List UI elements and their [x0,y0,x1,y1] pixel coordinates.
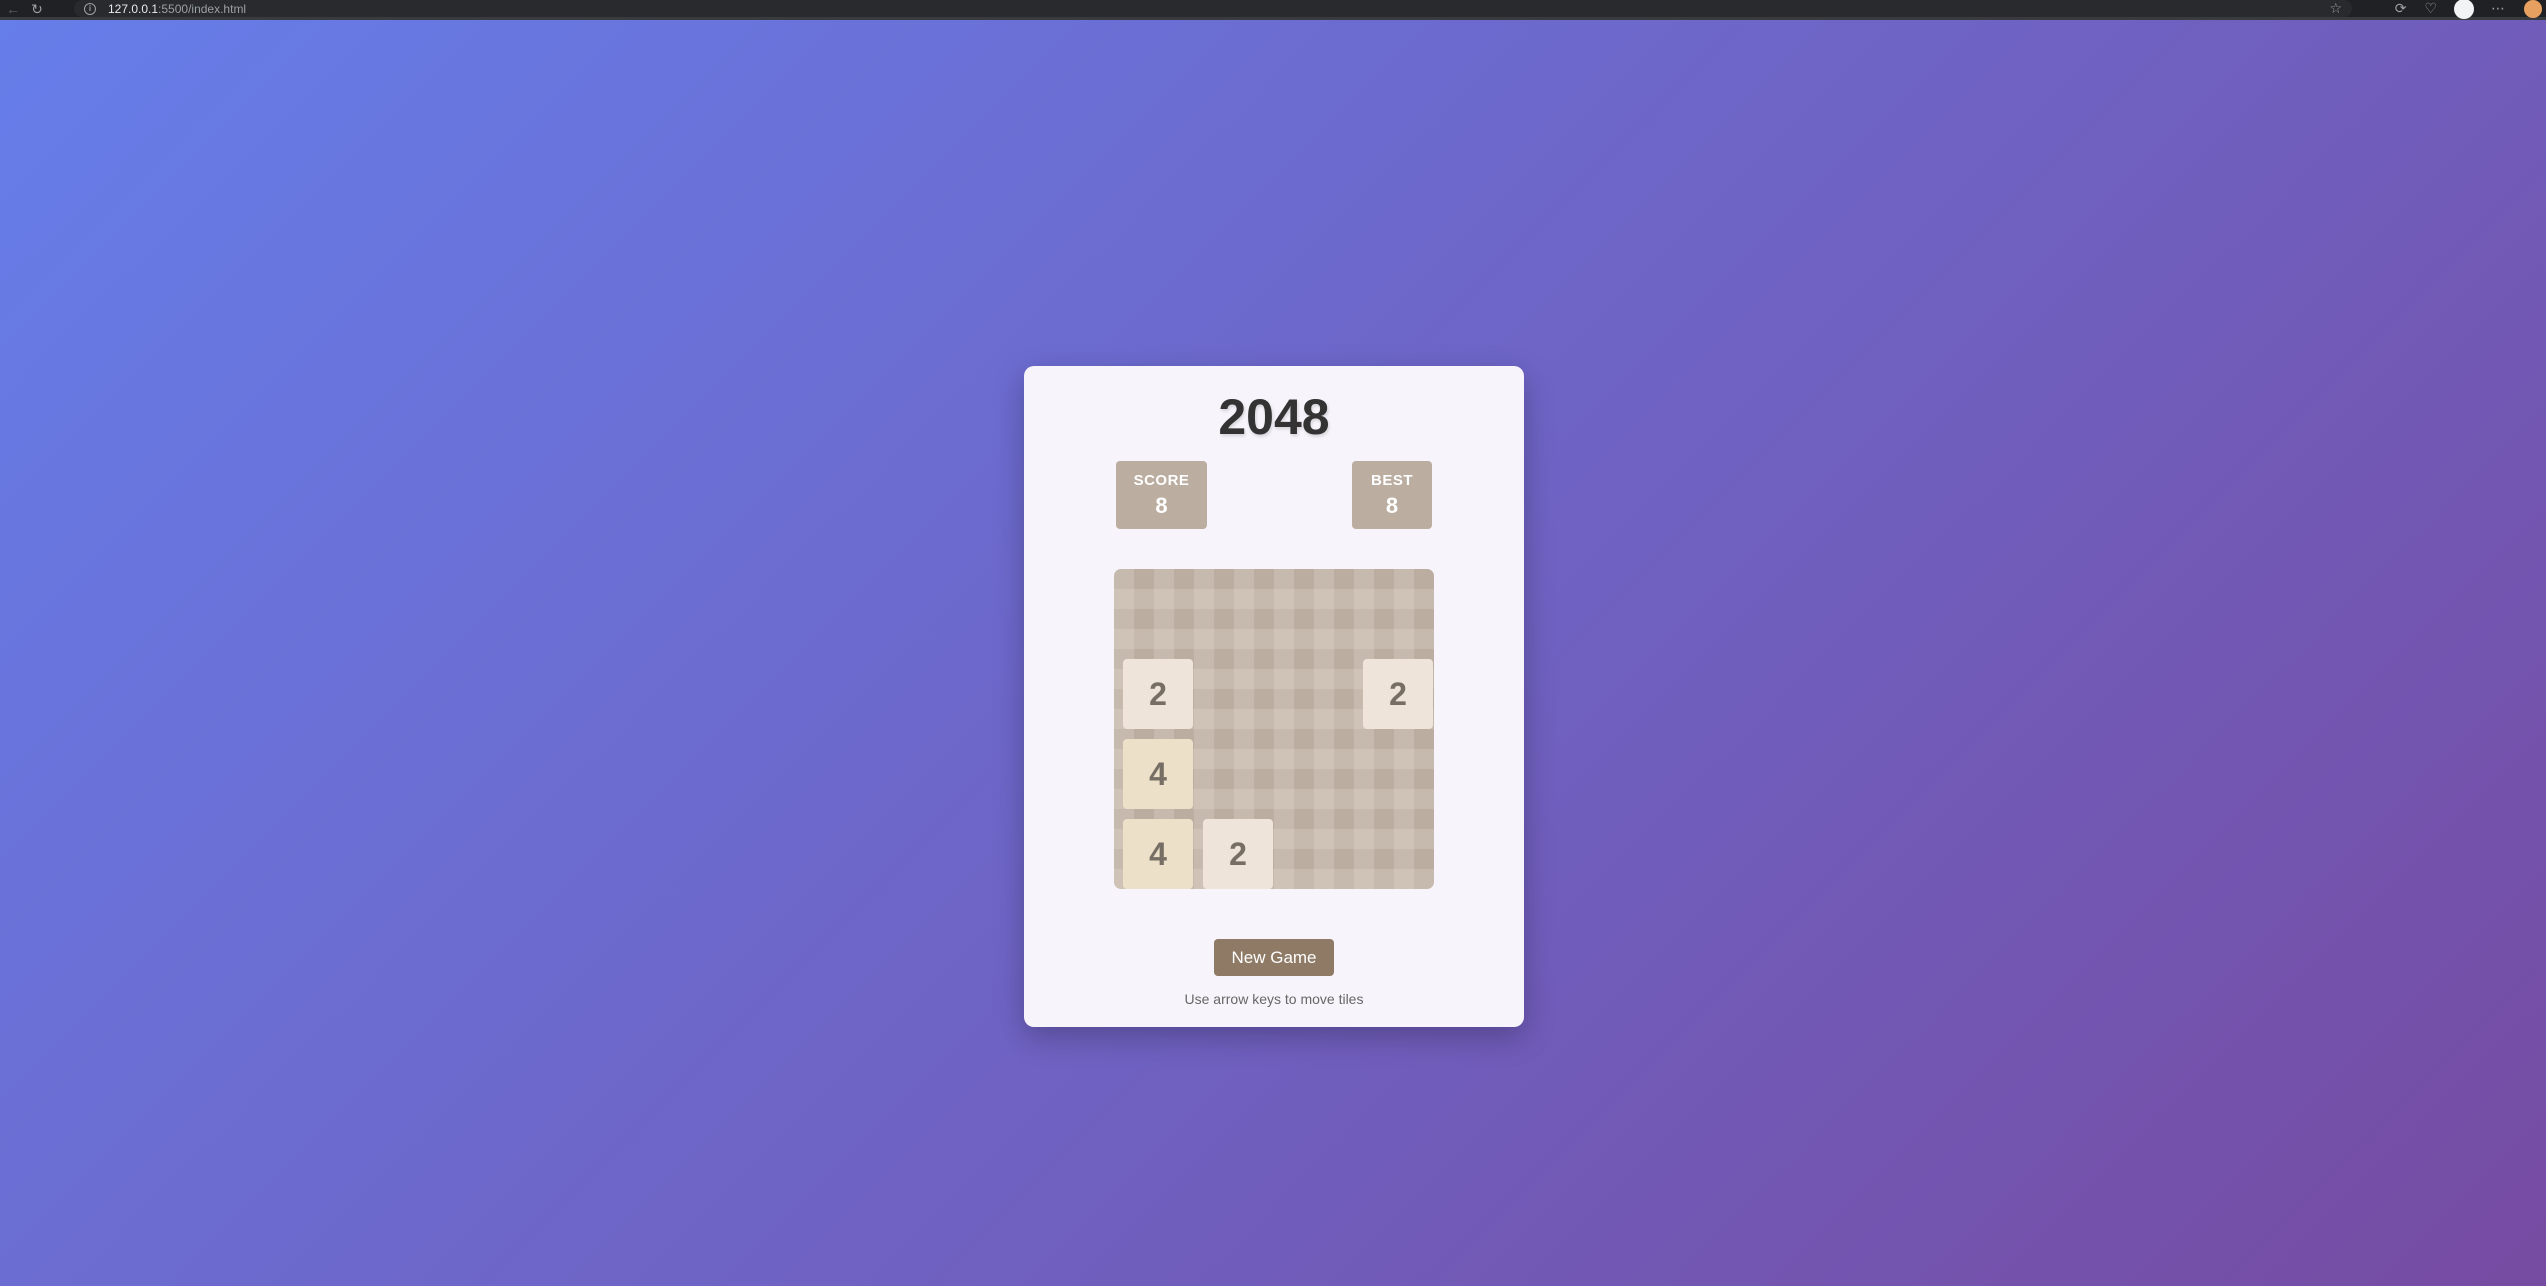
url-host: 127.0.0.1 [108,1,159,16]
tile: 2 [1203,819,1273,889]
back-arrow-icon[interactable]: ← [4,1,22,17]
instructions-text: Use arrow keys to move tiles [1184,991,1364,1007]
address-bar[interactable]: i 127.0.0.1:5500/index.html ☆ [74,0,2352,17]
best-value: 8 [1385,493,1399,518]
best-score-box: BEST 8 [1352,461,1432,529]
tile: 2 [1123,659,1193,729]
extension-avatar-icon[interactable] [2524,0,2542,18]
profile-avatar[interactable] [2454,0,2474,19]
tile: 4 [1123,739,1193,809]
new-game-button[interactable]: New Game [1214,939,1334,976]
more-menu-icon[interactable]: ⋯ [2491,0,2505,17]
score-box: SCORE 8 [1116,461,1207,529]
site-info-icon[interactable]: i [84,2,96,15]
best-label: BEST [1370,472,1413,489]
address-url: 127.0.0.1:5500/index.html [108,2,246,16]
url-path: :5500/index.html [158,1,247,16]
bookmark-star-icon[interactable]: ☆ [2329,0,2342,17]
score-label: SCORE [1133,472,1190,489]
game-container: 2048 SCORE 8 BEST 8 22442 New Game Use a… [1024,366,1524,1027]
tile: 4 [1123,819,1193,889]
game-board[interactable]: 22442 [1114,569,1434,889]
browser-tools: ⟳ ♡ ⋯ [2386,0,2546,19]
game-title: 2048 [1218,389,1330,445]
browser-toolbar: ← ↻ i 127.0.0.1:5500/index.html ☆ ⟳ ♡ ⋯ [0,0,2546,20]
tile: 2 [1363,659,1433,729]
score-value: 8 [1155,493,1168,518]
reload-icon[interactable]: ↻ [28,1,46,17]
extensions-icon[interactable]: ⟳ [2395,0,2407,17]
performance-icon[interactable]: ♡ [2424,0,2437,17]
